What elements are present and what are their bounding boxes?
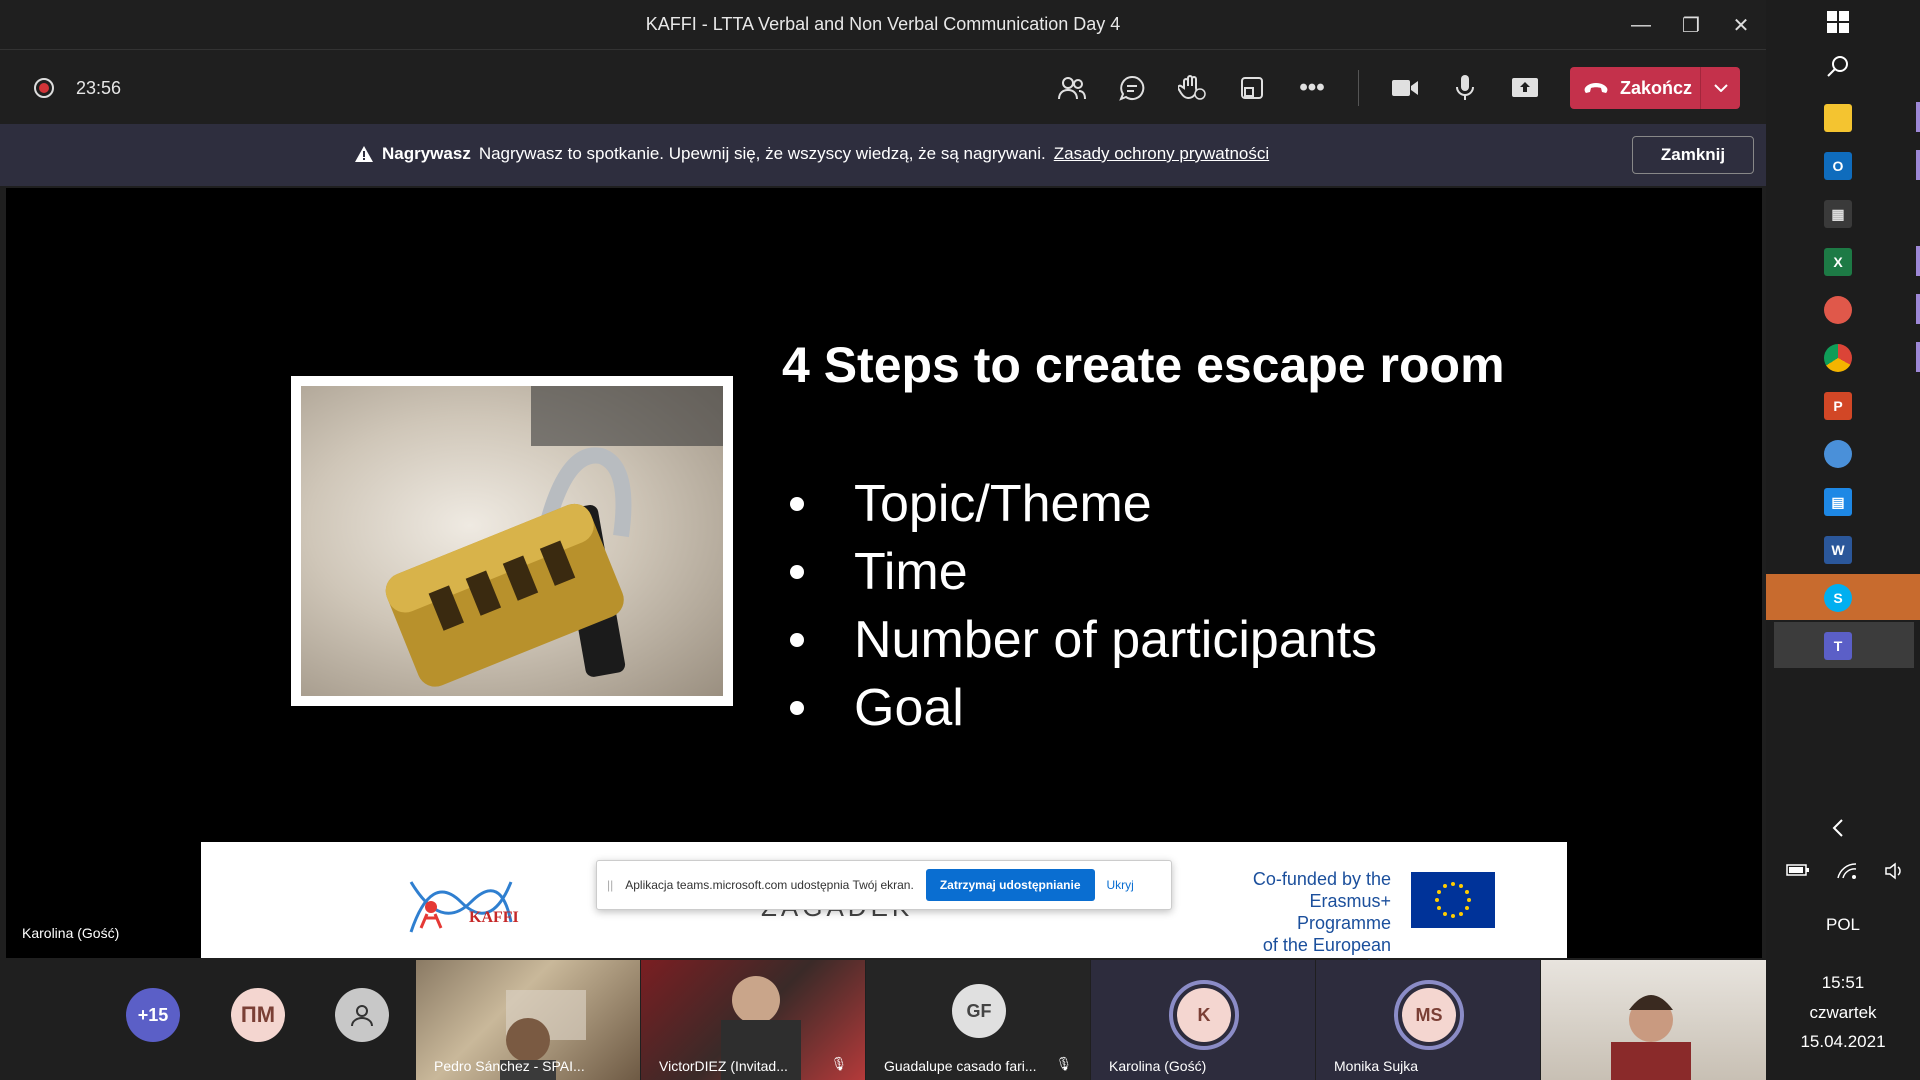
bullet-item: Time — [782, 538, 1377, 606]
teams-icon[interactable]: T — [1824, 632, 1852, 660]
participant-tile[interactable]: GF Guadalupe casado fari... 🎙 — [866, 960, 1090, 1080]
screen-share-notification: || Aplikacja teams.microsoft.com udostęp… — [596, 860, 1172, 910]
chat-icon[interactable] — [1112, 70, 1152, 106]
word-icon[interactable]: W — [1824, 536, 1852, 564]
wifi-icon[interactable] — [1836, 862, 1858, 885]
kaffi-logo: KAFFI — [401, 862, 521, 942]
search-icon[interactable] — [1824, 52, 1852, 80]
stop-sharing-button[interactable]: Zatrzymaj udostępnianie — [925, 869, 1095, 901]
file-explorer-icon[interactable] — [1824, 104, 1852, 132]
meeting-timer: 23:56 — [76, 78, 122, 98]
running-indicator — [1916, 294, 1920, 324]
skype-icon[interactable]: S — [1824, 584, 1852, 612]
window-title: KAFFI - LTTA Verbal and Non Verbal Commu… — [645, 14, 1121, 34]
participant-name: Pedro Sánchez - SPAI... — [434, 1058, 585, 1074]
recording-banner: Nagrywasz Nagrywasz to spotkanie. Upewni… — [0, 124, 1766, 186]
bullet-item: Goal — [782, 674, 1377, 742]
dismiss-banner-button[interactable]: Zamknij — [1632, 136, 1754, 174]
close-icon[interactable]: ✕ — [1716, 0, 1766, 50]
chevron-down-icon[interactable] — [1700, 67, 1740, 109]
privacy-link[interactable]: Zasady ochrony prywatności — [1054, 144, 1269, 164]
svg-text:KAFFI: KAFFI — [469, 909, 519, 926]
store-icon[interactable]: ▤ — [1824, 488, 1852, 516]
mic-icon[interactable] — [1445, 70, 1485, 106]
end-call-button[interactable]: Zakończ — [1570, 67, 1740, 109]
end-call-label: Zakończ — [1620, 77, 1693, 98]
warning-icon — [355, 146, 373, 162]
participant-name: Guadalupe casado fari... — [884, 1058, 1037, 1074]
participant-tile[interactable] — [1541, 960, 1766, 1080]
share-text: Aplikacja teams.microsoft.com udostępnia… — [625, 878, 914, 892]
chrome-icon[interactable] — [1824, 344, 1852, 372]
meeting-toolbar: 23:56 ••• Zakończ — [0, 50, 1766, 124]
mic-off-icon: 🎙 — [1055, 1056, 1072, 1071]
powerpoint-icon[interactable]: P — [1824, 392, 1852, 420]
toolbar-divider — [1358, 70, 1359, 106]
teams-window: KAFFI - LTTA Verbal and Non Verbal Commu… — [0, 0, 1766, 1080]
camera-icon[interactable] — [1385, 70, 1425, 106]
bullet-item: Topic/Theme — [782, 470, 1377, 538]
clock-date: 15.04.2021 — [1800, 1032, 1886, 1051]
rooms-icon[interactable] — [1232, 70, 1272, 106]
participant-name: VictorDIEZ (Invitad... — [659, 1058, 788, 1074]
avatar: ПМ — [231, 988, 285, 1042]
slide-title: 4 Steps to create escape room — [782, 337, 1505, 393]
padlock-photo — [291, 376, 733, 706]
restore-icon[interactable]: ❐ — [1666, 0, 1716, 50]
participant-tile[interactable]: MS Monika Sujka — [1316, 960, 1540, 1080]
windows-taskbar: O ▦ X P ▤ W S T POL 15:51 czwartek 15.04… — [1766, 0, 1920, 1080]
person-icon — [351, 1005, 373, 1027]
participant-name: Karolina (Gość) — [1109, 1058, 1207, 1074]
shared-screen: 4 Steps to create escape room Topic/Them… — [6, 188, 1762, 977]
running-indicator — [1916, 102, 1920, 132]
minimize-icon[interactable]: — — [1616, 0, 1666, 50]
paint-icon[interactable] — [1824, 296, 1852, 324]
volume-icon[interactable] — [1884, 862, 1906, 885]
participant-tile[interactable]: Pedro Sánchez - SPAI... — [416, 960, 640, 1080]
avatar: MS — [1402, 988, 1456, 1042]
slide-bullets: Topic/Theme Time Number of participants … — [782, 470, 1377, 742]
running-indicator — [1916, 342, 1920, 372]
paint3d-icon[interactable] — [1824, 440, 1852, 468]
running-indicator — [1916, 150, 1920, 180]
excel-icon[interactable]: X — [1824, 248, 1852, 276]
running-indicator — [1916, 246, 1920, 276]
eu-flag-icon — [1411, 872, 1495, 928]
input-language[interactable]: POL — [1766, 915, 1920, 935]
more-participants-button[interactable]: +15 — [126, 988, 180, 1042]
presenter-label: Karolina (Gość) — [22, 925, 120, 941]
more-icon[interactable]: ••• — [1292, 70, 1332, 106]
clock-day: czwartek — [1809, 1003, 1877, 1022]
recording-text: Nagrywasz to spotkanie. Upewnij się, że … — [478, 144, 1046, 163]
chevron-left-icon[interactable] — [1824, 814, 1852, 842]
avatar: GF — [952, 984, 1006, 1038]
mic-off-icon: 🎙 — [830, 1056, 847, 1071]
recording-message: Nagrywasz Nagrywasz to spotkanie. Upewni… — [354, 144, 1269, 164]
avatar — [335, 988, 389, 1042]
recording-icon — [34, 78, 54, 98]
system-tray — [1786, 862, 1906, 885]
title-bar: KAFFI - LTTA Verbal and Non Verbal Commu… — [0, 0, 1766, 50]
participants-icon[interactable] — [1052, 70, 1092, 106]
outlook-icon[interactable]: O — [1824, 152, 1852, 180]
calculator-icon[interactable]: ▦ — [1824, 200, 1852, 228]
participant-tile[interactable]: K Karolina (Gość) — [1091, 960, 1315, 1080]
hide-link[interactable]: Ukryj — [1107, 878, 1134, 892]
participant-gallery: +15 ПМ Pedro Sánchez - SPAI... VictorDIE… — [0, 960, 1766, 1080]
bullet-item: Number of participants — [782, 606, 1377, 674]
participant-name: Monika Sujka — [1334, 1058, 1419, 1074]
recording-label: Nagrywasz — [382, 144, 471, 163]
windows-start-icon[interactable] — [1824, 8, 1852, 36]
raise-hand-icon[interactable] — [1172, 70, 1212, 106]
avatar: K — [1177, 988, 1231, 1042]
battery-icon[interactable] — [1786, 862, 1810, 885]
share-icon[interactable] — [1505, 70, 1545, 106]
clock-time[interactable]: 15:51 — [1766, 973, 1920, 993]
drag-handle-icon[interactable]: || — [607, 878, 613, 892]
participant-tile[interactable]: VictorDIEZ (Invitad... 🎙 — [641, 960, 865, 1080]
window-controls: — ❐ ✕ — [1616, 0, 1766, 50]
